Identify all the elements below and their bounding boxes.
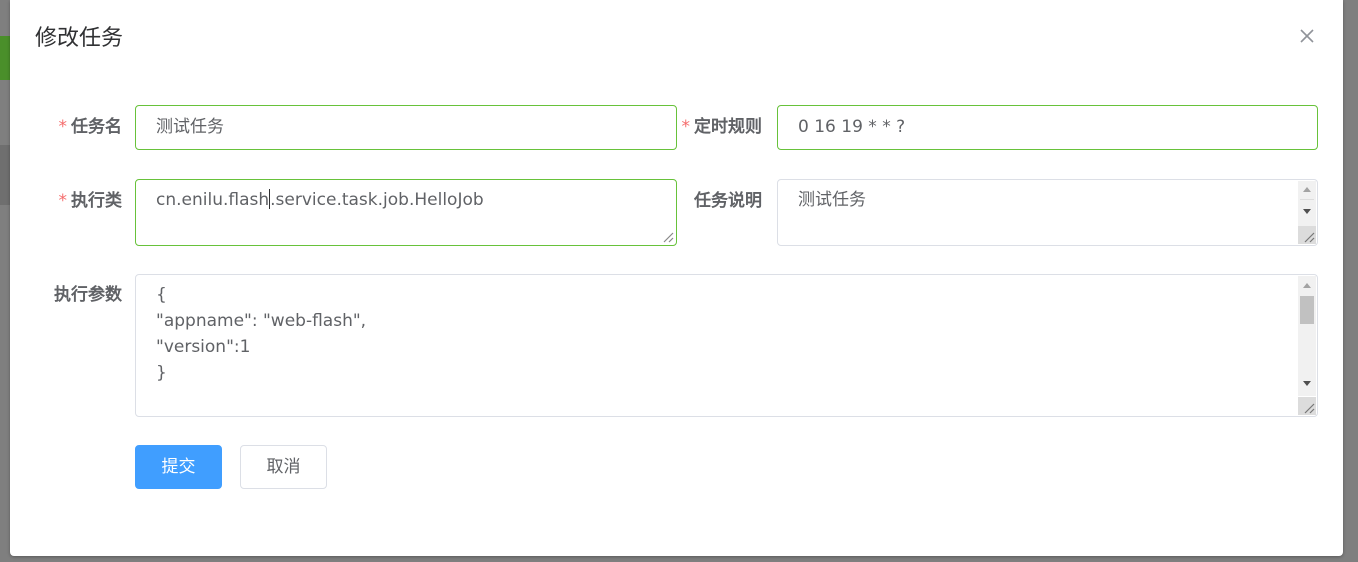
- job-class-label: * 执行类: [58, 191, 123, 211]
- resize-handle-icon[interactable]: [1298, 226, 1316, 244]
- description-scrollbar[interactable]: [1298, 181, 1316, 227]
- resize-handle-icon[interactable]: [1298, 397, 1316, 415]
- task-name-label: * 任务名: [58, 117, 123, 137]
- job-class-textarea[interactable]: cn.enilu.flash.service.task.job.HelloJob: [135, 179, 677, 246]
- cancel-button[interactable]: 取消: [240, 445, 327, 489]
- submit-button[interactable]: 提交: [135, 445, 222, 489]
- close-icon: [1300, 29, 1314, 43]
- background-app-toolbar: [0, 36, 10, 80]
- scroll-up-arrow-icon[interactable]: [1303, 283, 1311, 288]
- background-app-row: [0, 145, 10, 205]
- scroll-thumb[interactable]: [1300, 296, 1314, 324]
- dialog-title: 修改任务: [35, 26, 124, 51]
- cron-input[interactable]: 0 16 19 * * ?: [777, 105, 1318, 150]
- params-content: { "appname": "web-flash", "version":1 }: [156, 285, 367, 383]
- params-scrollbar[interactable]: [1298, 276, 1316, 396]
- edit-task-dialog: 修改任务 * 任务名 测试任务 * 定时规则 0 16 19 * * ? * 执行类 …: [10, 0, 1343, 556]
- scroll-up-arrow-icon[interactable]: [1303, 187, 1311, 192]
- resize-handle-icon[interactable]: [657, 226, 675, 244]
- task-name-input[interactable]: 测试任务: [135, 105, 677, 150]
- close-button[interactable]: [1295, 24, 1319, 48]
- description-label: 任务说明: [694, 191, 762, 211]
- description-textarea[interactable]: 测试任务: [777, 179, 1318, 246]
- cron-label: * 定时规则: [681, 117, 763, 137]
- scroll-down-arrow-icon[interactable]: [1303, 381, 1311, 386]
- scroll-down-arrow-icon[interactable]: [1303, 209, 1311, 214]
- params-textarea[interactable]: { "appname": "web-flash", "version":1 }: [135, 274, 1318, 417]
- params-label: 执行参数: [54, 285, 122, 305]
